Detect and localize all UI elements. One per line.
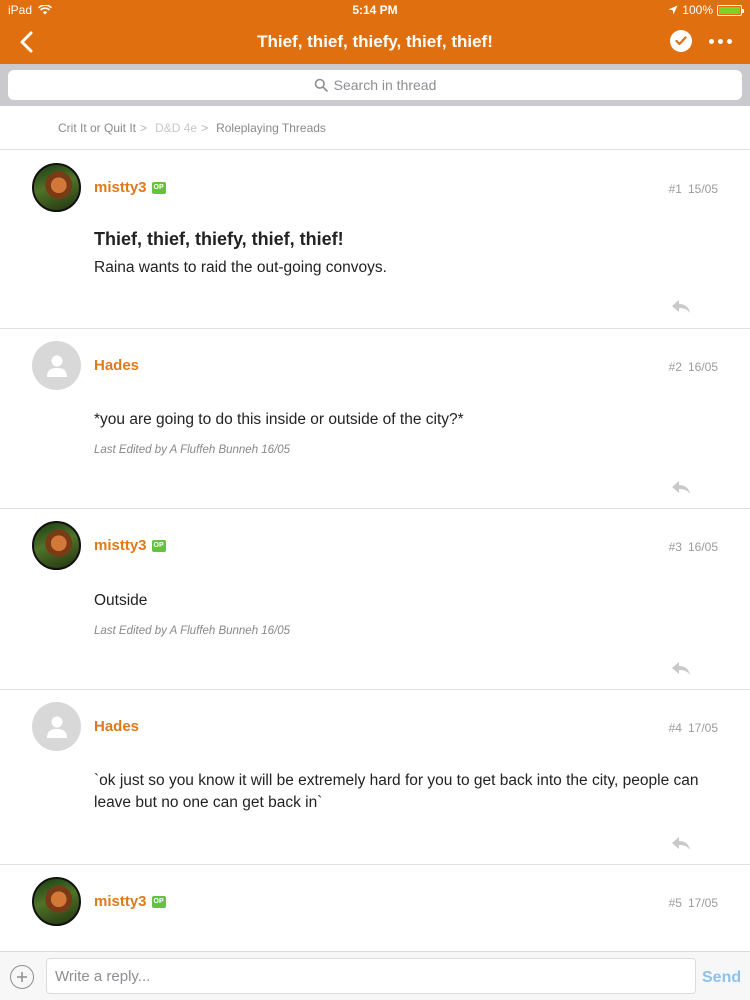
reply-icon[interactable]	[670, 297, 692, 315]
nav-row: Thief, thief, thiefy, thief, thief!	[0, 20, 750, 64]
post-author: mistty3 OP	[94, 893, 166, 910]
breadcrumb-separator: >	[201, 120, 209, 135]
battery-icon	[717, 4, 744, 16]
post-number: #3	[668, 540, 682, 554]
post-body: Raina wants to raid the out-going convoy…	[94, 259, 387, 276]
plus-icon	[17, 972, 27, 982]
thread-title: Thief, thief, thiefy, thief, thief!	[257, 32, 493, 51]
status-bar: iPad 5:14 PM 100%	[0, 0, 750, 20]
post-date: 17/05	[687, 896, 718, 910]
username[interactable]: Hades	[94, 357, 139, 374]
avatar[interactable]	[32, 702, 81, 751]
post-date: 16/05	[687, 540, 718, 554]
avatar[interactable]	[32, 521, 81, 570]
send-button[interactable]: Send	[702, 969, 741, 987]
reply-icon[interactable]	[670, 659, 692, 677]
subscribe-button[interactable]	[670, 30, 692, 52]
post-author: mistty3 OP	[94, 537, 166, 554]
post-author: mistty3 OP	[94, 179, 166, 196]
username[interactable]: mistty3	[94, 893, 147, 910]
post-meta: #2 16/05	[669, 360, 718, 374]
post-date: 16/05	[687, 360, 718, 374]
default-user-icon	[46, 716, 67, 738]
op-badge: OP	[151, 539, 166, 552]
post-number: #2	[668, 360, 682, 374]
search-bar: Search in thread	[0, 64, 750, 106]
post-meta: #5 17/05	[669, 896, 718, 910]
post-author: Hades	[94, 718, 139, 735]
username[interactable]: mistty3	[94, 179, 147, 196]
more-dot-icon	[708, 38, 714, 44]
op-badge: OP	[151, 181, 166, 194]
reply-icon[interactable]	[670, 478, 692, 496]
post-number: #1	[668, 182, 682, 196]
more-options-button[interactable]	[705, 28, 735, 54]
breadcrumb-item-subforum[interactable]: D&D 4e	[155, 121, 197, 135]
post-title: Thief, thief, thiefy, thief, thief!	[94, 229, 344, 249]
post-item: Hades #4 17/05 `ok just so you know it w…	[0, 690, 750, 865]
breadcrumb-item-forum[interactable]: Crit It or Quit It	[58, 121, 136, 135]
breadcrumb: Crit It or Quit It > D&D 4e > Roleplayin…	[0, 106, 750, 150]
post-body: Outside	[94, 592, 148, 609]
breadcrumb-separator: >	[140, 120, 148, 135]
post-body: *you are going to do this inside or outs…	[94, 411, 464, 428]
app-header: iPad 5:14 PM 100% Thief, thief, thiefy, …	[0, 0, 750, 64]
reply-icon[interactable]	[670, 834, 692, 852]
status-time: 5:14 PM	[352, 3, 398, 17]
more-dot-icon	[726, 38, 732, 44]
post-meta: #1 15/05	[669, 182, 718, 196]
post-meta: #4 17/05	[669, 721, 718, 735]
edited-note: Last Edited by A Fluffeh Bunneh 16/05	[94, 444, 291, 456]
post-number: #4	[668, 721, 682, 735]
op-badge: OP	[151, 895, 166, 908]
post-number: #5	[668, 896, 682, 910]
reply-input[interactable]	[46, 958, 696, 994]
more-dot-icon	[717, 38, 723, 44]
post-item: Hades #2 16/05 *you are going to do this…	[0, 329, 750, 509]
post-meta: #3 16/05	[669, 540, 718, 554]
username[interactable]: Hades	[94, 718, 139, 735]
avatar[interactable]	[32, 877, 81, 926]
add-attachment-button[interactable]	[10, 965, 34, 989]
post-date: 17/05	[687, 721, 718, 735]
location-arrow-icon	[668, 5, 678, 15]
post-item: mistty3 OP #1 15/05 Thief, thief, thiefy…	[0, 151, 750, 329]
edited-note: Last Edited by A Fluffeh Bunneh 16/05	[94, 625, 291, 637]
search-placeholder: Search in thread	[333, 77, 437, 93]
breadcrumb-item-current[interactable]: Roleplaying Threads	[216, 121, 326, 135]
avatar[interactable]	[32, 163, 81, 212]
username[interactable]: mistty3	[94, 537, 147, 554]
search-input[interactable]: Search in thread	[8, 70, 742, 100]
post-date: 15/05	[687, 182, 718, 196]
default-user-icon	[46, 355, 67, 377]
battery-percent: 100%	[682, 3, 713, 17]
search-icon	[314, 78, 328, 92]
post-body: `ok just so you know it will be extremel…	[94, 772, 699, 811]
post-item: mistty3 OP #5 17/05	[0, 865, 750, 951]
post-item: mistty3 OP #3 16/05 Outside Last Edited …	[0, 509, 750, 690]
reply-composer: Send	[0, 951, 750, 1000]
avatar[interactable]	[32, 341, 81, 390]
status-right: 100%	[668, 3, 744, 17]
post-author: Hades	[94, 357, 139, 374]
checkmark-icon	[675, 36, 687, 46]
